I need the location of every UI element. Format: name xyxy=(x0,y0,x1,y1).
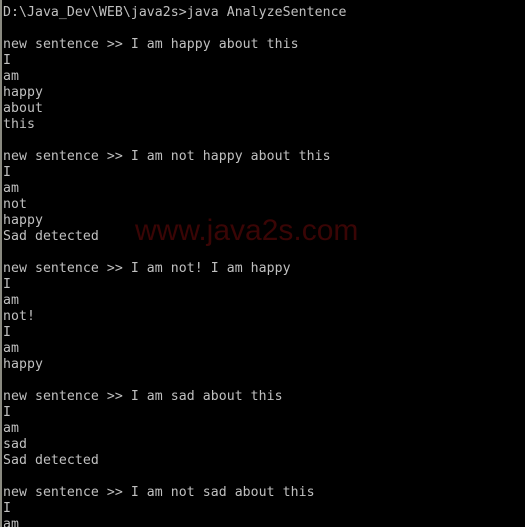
output-line: Sad detected xyxy=(3,229,99,244)
output-line: I xyxy=(3,277,11,292)
output-line: happy xyxy=(3,213,43,228)
output-line: new sentence >> I am happy about this xyxy=(3,37,299,52)
output-line: not! xyxy=(3,309,35,324)
output-line: am xyxy=(3,341,19,356)
output-line: new sentence >> I am not! I am happy xyxy=(3,261,291,276)
output-line: am xyxy=(3,69,19,84)
output-line: am xyxy=(3,181,19,196)
output-line: this xyxy=(3,117,35,132)
output-line: I xyxy=(3,501,11,516)
output-line: I xyxy=(3,53,11,68)
output-line: am xyxy=(3,421,19,436)
output-line: I xyxy=(3,405,11,420)
output-line: not xyxy=(3,197,27,212)
output-line: happy xyxy=(3,85,43,100)
output-line: happy xyxy=(3,357,43,372)
console-output: D:\Java_Dev\WEB\java2s>java AnalyzeSente… xyxy=(3,5,347,527)
output-line: I xyxy=(3,325,11,340)
command-line: D:\Java_Dev\WEB\java2s>java AnalyzeSente… xyxy=(3,5,347,20)
output-line: Sad detected xyxy=(3,453,99,468)
output-line: about xyxy=(3,101,43,116)
output-line: am xyxy=(3,517,19,527)
console-window[interactable]: D:\Java_Dev\WEB\java2s>java AnalyzeSente… xyxy=(0,0,525,527)
output-line: new sentence >> I am not sad about this xyxy=(3,485,315,500)
output-line: new sentence >> I am not happy about thi… xyxy=(3,149,331,164)
output-line: new sentence >> I am sad about this xyxy=(3,389,283,404)
output-line: I xyxy=(3,165,11,180)
output-line: am xyxy=(3,293,19,308)
output-line: sad xyxy=(3,437,27,452)
